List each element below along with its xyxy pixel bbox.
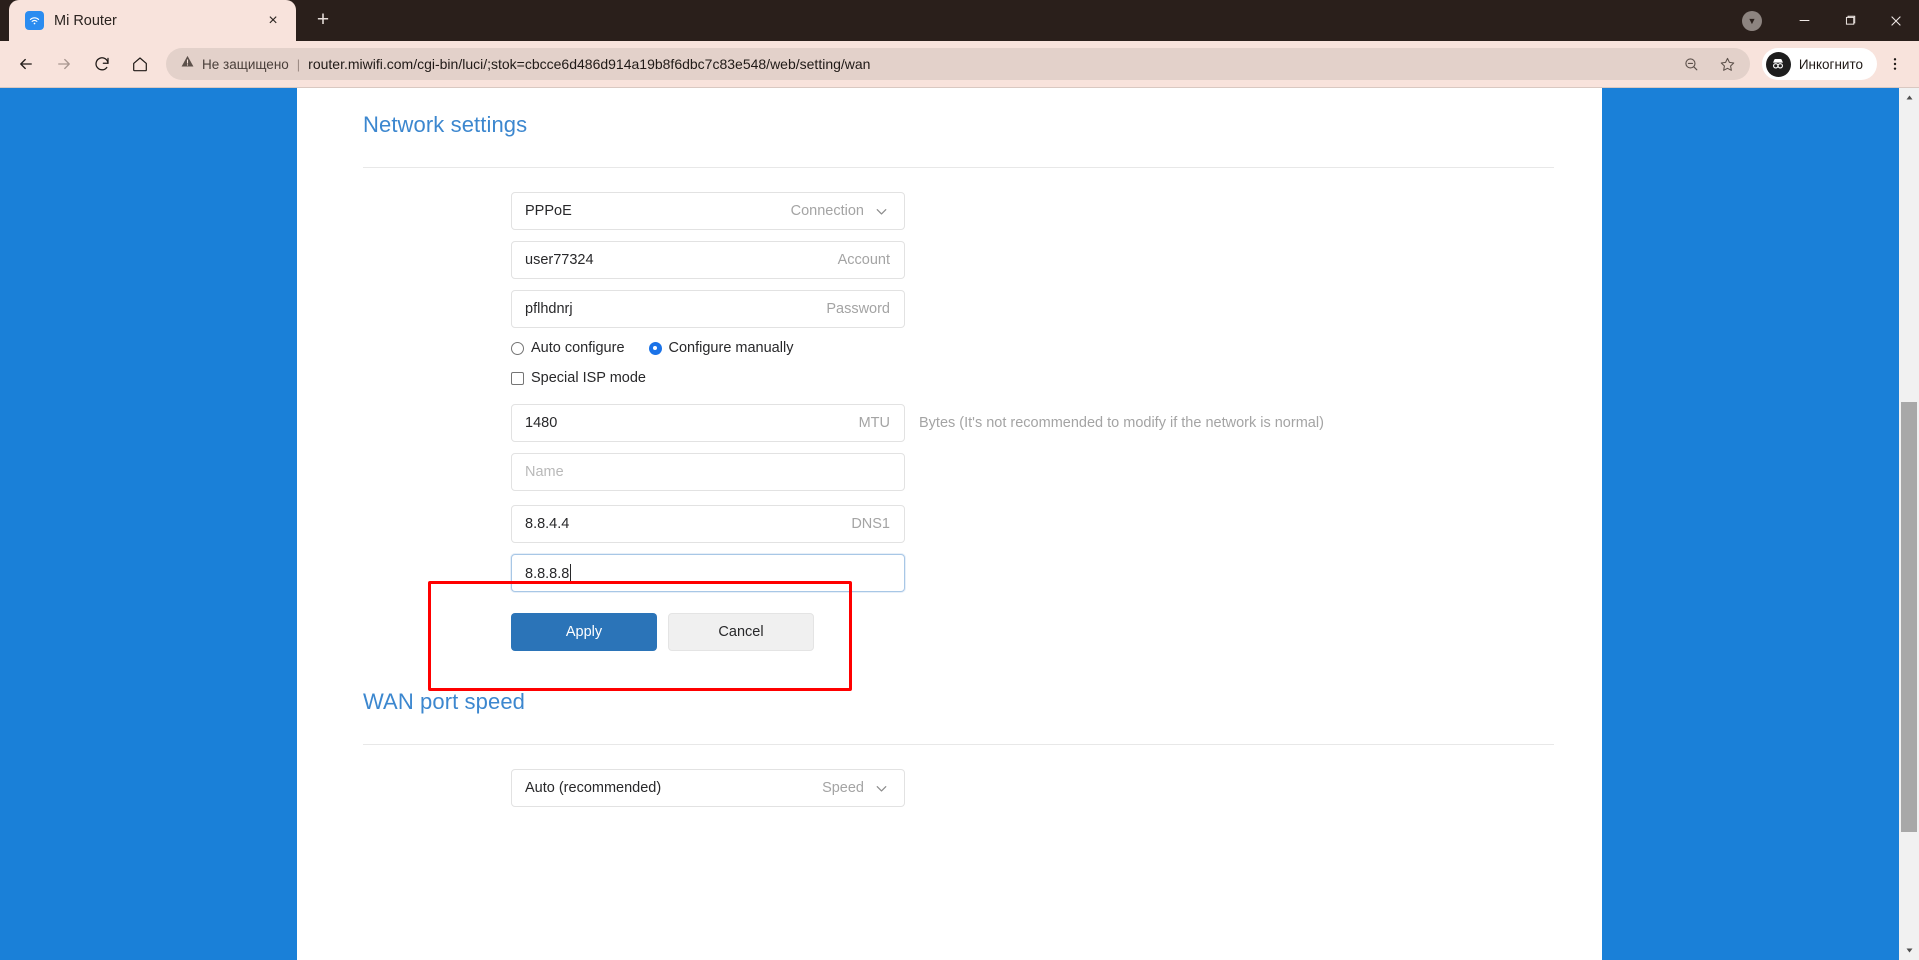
window-controls: ▼ bbox=[1735, 0, 1919, 41]
radio-icon-manual bbox=[648, 341, 662, 355]
radio-configure-manually-label: Configure manually bbox=[668, 340, 794, 356]
text-caret bbox=[570, 564, 572, 581]
network-settings-section: Network settings PPPoE Connection user77… bbox=[363, 88, 1554, 651]
zoom-out-icon[interactable] bbox=[1678, 50, 1706, 78]
checkbox-icon-special-isp bbox=[511, 371, 524, 385]
special-isp-label: Special ISP mode bbox=[531, 370, 646, 386]
router-settings-card: Network settings PPPoE Connection user77… bbox=[297, 88, 1602, 960]
dns2-row: 8.8.8.8 bbox=[363, 554, 1554, 592]
mtu-value: 1480 bbox=[525, 415, 558, 431]
radio-auto-configure[interactable]: Auto configure bbox=[511, 340, 625, 356]
dns2-value: 8.8.8.8 bbox=[525, 566, 570, 582]
tab-search-button[interactable]: ▼ bbox=[1735, 0, 1769, 41]
close-icon[interactable]: × bbox=[260, 8, 286, 34]
radio-configure-manually[interactable]: Configure manually bbox=[648, 340, 794, 356]
browser-toolbar: Не защищено | router.miwifi.com/cgi-bin/… bbox=[0, 41, 1919, 88]
connection-type-select[interactable]: PPPoE Connection bbox=[511, 192, 905, 230]
password-field[interactable]: pflhdnrj Password bbox=[511, 290, 905, 328]
connection-row: PPPoE Connection bbox=[363, 192, 1554, 230]
scroll-down-arrow-icon[interactable] bbox=[1899, 941, 1919, 960]
dns1-value: 8.8.4.4 bbox=[525, 516, 570, 532]
account-field[interactable]: user77324 Account bbox=[511, 241, 905, 279]
radio-icon-auto bbox=[511, 341, 524, 355]
account-label: Account bbox=[837, 252, 890, 268]
kebab-menu-icon[interactable] bbox=[1879, 46, 1911, 82]
mtu-row: 1480 MTU Bytes (It's not recommended to … bbox=[363, 404, 1554, 442]
mtu-hint: Bytes (It's not recommended to modify if… bbox=[919, 415, 1324, 431]
wan-speed-select[interactable]: Auto (recommended) Speed bbox=[511, 769, 905, 807]
password-value: pflhdnrj bbox=[525, 301, 573, 317]
checkbox-special-isp-mode[interactable]: Special ISP mode bbox=[511, 370, 646, 386]
chevron-down-icon bbox=[873, 780, 890, 797]
dns1-label: DNS1 bbox=[851, 516, 890, 532]
page-scroll-area: Network settings PPPoE Connection user77… bbox=[0, 88, 1899, 960]
wan-port-speed-title: WAN port speed bbox=[363, 689, 525, 714]
back-button[interactable] bbox=[8, 46, 44, 82]
reload-button[interactable] bbox=[84, 46, 120, 82]
connection-type-label: Connection bbox=[790, 203, 864, 219]
browser-titlebar: Mi Router × + ▼ bbox=[0, 0, 1919, 41]
wan-port-speed-section: WAN port speed Auto (recommended) Speed bbox=[363, 651, 1554, 807]
special-isp-row: Special ISP mode bbox=[363, 370, 1554, 386]
dns1-field[interactable]: 8.8.4.4 DNS1 bbox=[511, 505, 905, 543]
dns1-row: 8.8.4.4 DNS1 bbox=[363, 505, 1554, 543]
page-viewport: Network settings PPPoE Connection user77… bbox=[0, 88, 1919, 960]
security-indicator[interactable]: Не защищено bbox=[180, 54, 289, 74]
warning-triangle-icon bbox=[180, 54, 195, 74]
name-row: Name bbox=[363, 453, 1554, 491]
radio-auto-configure-label: Auto configure bbox=[531, 340, 625, 356]
forward-button[interactable] bbox=[46, 46, 82, 82]
wifi-icon bbox=[25, 11, 44, 30]
account-value: user77324 bbox=[525, 252, 594, 268]
new-tab-button[interactable]: + bbox=[304, 1, 342, 39]
network-settings-form: PPPoE Connection user77324 Account pflhd… bbox=[363, 168, 1554, 651]
cancel-button[interactable]: Cancel bbox=[668, 613, 814, 651]
profile-button[interactable]: Инкогнито bbox=[1761, 48, 1877, 80]
star-icon[interactable] bbox=[1714, 50, 1742, 78]
chevron-down-icon: ▼ bbox=[1742, 10, 1762, 31]
address-bar[interactable]: Не защищено | router.miwifi.com/cgi-bin/… bbox=[166, 48, 1750, 80]
wan-speed-value: Auto (recommended) bbox=[525, 780, 662, 796]
omnibox-separator: | bbox=[296, 56, 301, 72]
page-scrollbar[interactable] bbox=[1899, 88, 1919, 960]
window-close-button[interactable] bbox=[1873, 0, 1919, 41]
chevron-down-icon bbox=[873, 203, 890, 220]
account-row: user77324 Account bbox=[363, 241, 1554, 279]
minimize-button[interactable] bbox=[1781, 0, 1827, 41]
tab-strip: Mi Router × + bbox=[0, 0, 342, 41]
wan-speed-label: Speed bbox=[822, 780, 864, 796]
name-placeholder: Name bbox=[525, 464, 564, 480]
password-row: pflhdnrj Password bbox=[363, 290, 1554, 328]
wan-port-speed-form: Auto (recommended) Speed bbox=[363, 745, 1554, 807]
speed-row: Auto (recommended) Speed bbox=[363, 769, 1554, 807]
dns2-field[interactable]: 8.8.8.8 bbox=[511, 554, 905, 592]
profile-label: Инкогнито bbox=[1798, 56, 1863, 72]
apply-button[interactable]: Apply bbox=[511, 613, 657, 651]
password-label: Password bbox=[826, 301, 890, 317]
url-text: router.miwifi.com/cgi-bin/luci/;stok=cbc… bbox=[308, 56, 871, 72]
browser-chrome: Mi Router × + ▼ Не защищено | router.miw… bbox=[0, 0, 1919, 88]
incognito-icon bbox=[1765, 51, 1791, 77]
maximize-button[interactable] bbox=[1827, 0, 1873, 41]
browser-tab[interactable]: Mi Router × bbox=[9, 0, 296, 41]
connection-type-value: PPPoE bbox=[525, 203, 572, 219]
name-field[interactable]: Name bbox=[511, 453, 905, 491]
tab-title: Mi Router bbox=[54, 12, 117, 29]
page-title: Network settings bbox=[363, 112, 528, 137]
mtu-field[interactable]: 1480 MTU bbox=[511, 404, 905, 442]
scrollbar-thumb[interactable] bbox=[1901, 402, 1917, 832]
mtu-label: MTU bbox=[858, 415, 890, 431]
home-button[interactable] bbox=[122, 46, 158, 82]
scroll-up-arrow-icon[interactable] bbox=[1899, 88, 1919, 107]
config-mode-row: Auto configure Configure manually bbox=[363, 340, 1554, 356]
form-actions: Apply Cancel bbox=[363, 613, 1554, 651]
security-label: Не защищено bbox=[202, 56, 289, 72]
